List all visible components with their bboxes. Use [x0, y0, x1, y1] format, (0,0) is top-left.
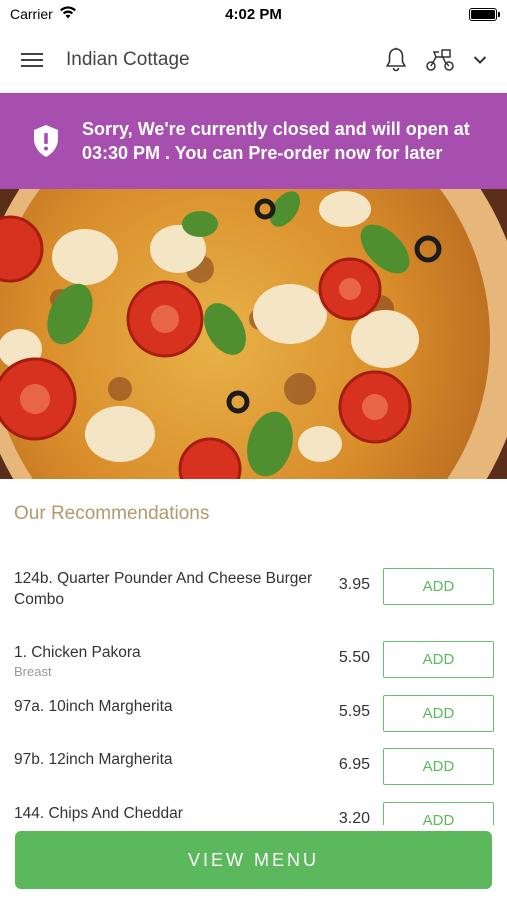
item-subtitle: Breast: [14, 664, 52, 679]
hero-pizza-image: [0, 189, 507, 479]
list-item: 97b. 12inch Margherita 6.95 ADD: [0, 748, 507, 800]
item-price: 3.20: [338, 810, 370, 825]
delivery-scooter-icon[interactable]: [425, 48, 455, 72]
list-item: 97a. 10inch Margherita 5.95 ADD: [0, 694, 507, 746]
recommendations-list: 124b. Quarter Pounder And Cheese Burger …: [0, 560, 507, 825]
item-price: 5.95: [338, 703, 370, 720]
shield-alert-icon: [30, 124, 62, 158]
add-button[interactable]: ADD: [383, 748, 494, 785]
chevron-down-icon[interactable]: [473, 55, 487, 65]
list-item: 1. Chicken Pakora Breast 5.50 ADD: [0, 632, 507, 692]
add-button[interactable]: ADD: [383, 568, 494, 605]
wifi-icon: [59, 6, 77, 22]
list-item: 144. Chips And Cheddar 3.20 ADD: [0, 802, 507, 825]
item-price: 6.95: [338, 756, 370, 773]
hamburger-menu-icon[interactable]: [20, 51, 44, 69]
carrier-label: Carrier: [10, 6, 53, 22]
item-name: 97b. 12inch Margherita: [14, 751, 173, 768]
status-left: Carrier: [10, 6, 77, 22]
item-name: 1. Chicken Pakora: [14, 644, 141, 661]
item-name: 97a. 10inch Margherita: [14, 698, 173, 715]
recommendations-title: Our Recommendations: [14, 503, 210, 524]
closed-message: Sorry, We're currently closed and will o…: [82, 119, 470, 163]
status-bar: Carrier 4:02 PM: [0, 0, 507, 28]
item-name: 144. Chips And Cheddar: [14, 805, 183, 822]
list-item: 124b. Quarter Pounder And Cheese Burger …: [0, 560, 507, 630]
app-header: Indian Cottage: [0, 28, 507, 92]
view-menu-button[interactable]: VIEW MENU: [15, 831, 492, 889]
app-title: Indian Cottage: [66, 48, 190, 70]
add-button[interactable]: ADD: [383, 695, 494, 732]
closed-banner: Sorry, We're currently closed and will o…: [0, 93, 507, 189]
battery-icon: [469, 7, 500, 21]
item-price: 5.50: [338, 649, 370, 666]
add-button[interactable]: ADD: [383, 802, 494, 825]
bell-icon[interactable]: [385, 47, 407, 73]
add-button[interactable]: ADD: [383, 641, 494, 678]
item-price: 3.95: [338, 576, 370, 593]
item-name: 124b. Quarter Pounder And Cheese Burger …: [14, 570, 313, 608]
header-actions: [385, 47, 487, 73]
